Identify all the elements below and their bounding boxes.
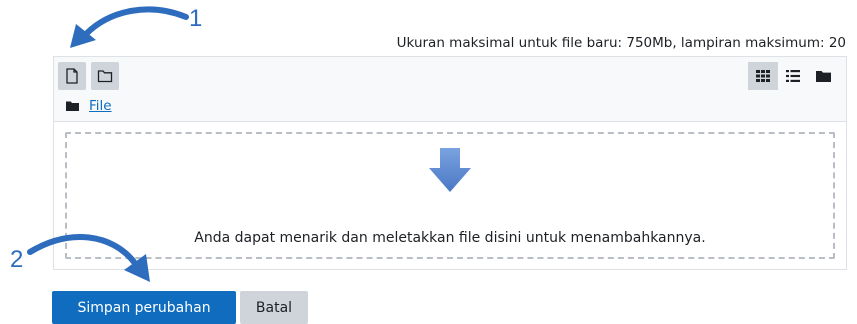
folder-icon	[97, 70, 113, 83]
annotation-number-2: 2	[10, 246, 24, 273]
add-file-button[interactable]	[58, 62, 86, 90]
grid-icon	[756, 70, 770, 82]
file-icon	[66, 68, 78, 84]
dropzone-message: Anda dapat menarik dan meletakkan file d…	[194, 230, 706, 246]
file-picker: File Anda dapat menarik dan meletakkan f…	[53, 56, 847, 270]
drop-arrow-icon	[429, 148, 471, 192]
folder-tree-icon	[815, 71, 831, 82]
list-icon	[786, 70, 800, 82]
callout-arrow-1	[83, 6, 189, 37]
view-switcher	[748, 62, 838, 90]
save-changes-button[interactable]: Simpan perubahan	[52, 291, 236, 324]
breadcrumb-file-link[interactable]: File	[89, 98, 112, 114]
folder-icon	[66, 101, 79, 111]
view-icons-button[interactable]	[748, 62, 778, 90]
cancel-button[interactable]: Batal	[240, 291, 308, 324]
file-picker-toolbar: File	[54, 57, 846, 122]
view-list-button[interactable]	[778, 62, 808, 90]
annotation-number-1: 1	[189, 5, 203, 32]
create-folder-button[interactable]	[91, 62, 119, 90]
max-upload-info: Ukuran maksimal untuk file baru: 750Mb, …	[396, 35, 846, 51]
callout-arrowhead-1	[70, 24, 96, 48]
file-dropzone[interactable]: Anda dapat menarik dan meletakkan file d…	[65, 132, 835, 259]
view-tree-button[interactable]	[808, 62, 838, 90]
breadcrumb: File	[66, 98, 112, 114]
